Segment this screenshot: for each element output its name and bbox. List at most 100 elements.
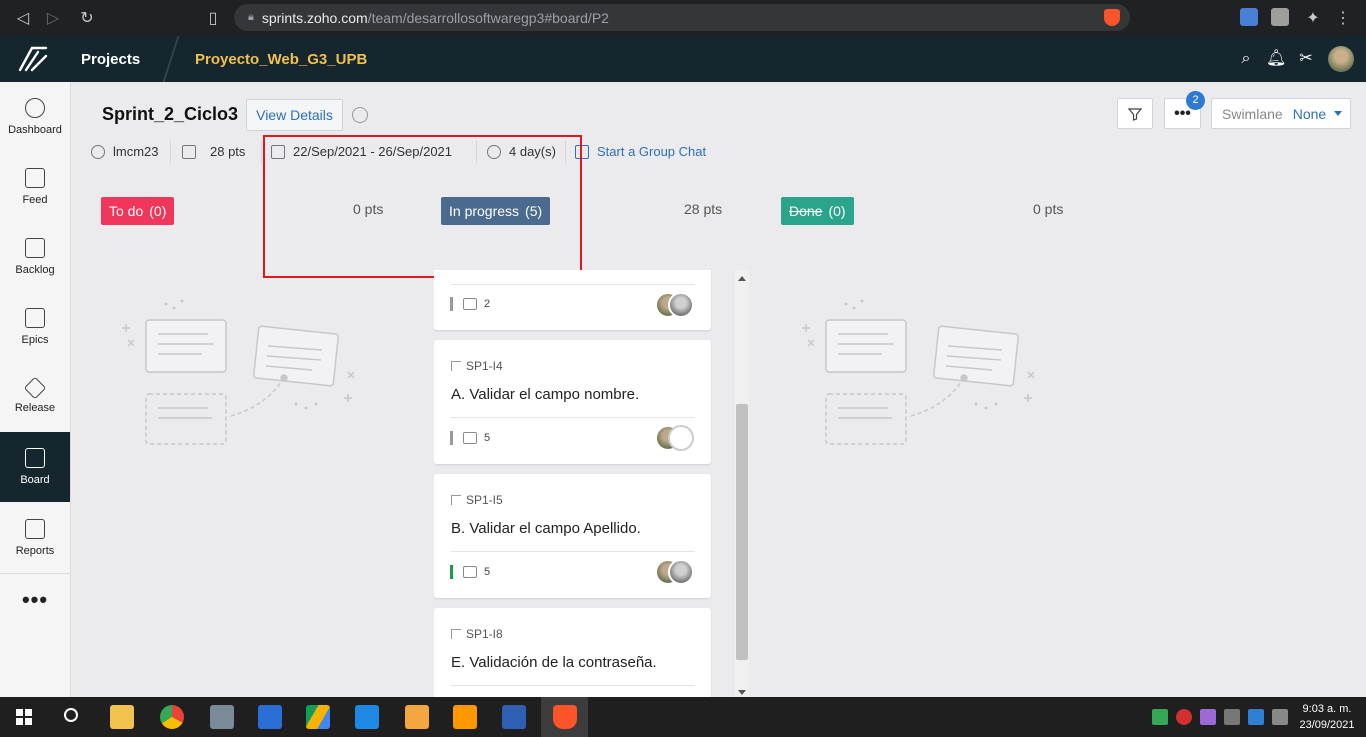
sidebar-item-reports[interactable]: Reports	[0, 503, 70, 573]
card-id[interactable]: SP1-I5	[451, 493, 503, 507]
chrome-icon[interactable]	[160, 705, 184, 729]
card-title[interactable]: B. Validar el campo Apellido.	[451, 520, 641, 537]
card-id[interactable]: SP1-I4	[451, 359, 503, 373]
app-header: Projects Proyecto_Web_G3_UPB ⌕ 🔔︎ ✂	[0, 36, 1366, 82]
card-assignees[interactable]	[655, 292, 695, 318]
paper-plane-icon	[23, 376, 47, 400]
meta-divider	[170, 141, 171, 163]
group-chat-link[interactable]: Start a Group Chat	[575, 144, 706, 159]
project-name[interactable]: Proyecto_Web_G3_UPB	[195, 51, 367, 68]
scroll-up-icon[interactable]	[738, 276, 746, 281]
tools-icon[interactable]: ✂	[1296, 49, 1316, 69]
filter-button[interactable]	[1117, 98, 1153, 129]
sprint-owner-name: lmcm23	[113, 144, 159, 159]
battery-icon[interactable]	[1272, 709, 1288, 725]
work-item-card[interactable]: 2	[434, 270, 711, 330]
url-path: /team/desarrollosoftwaregp3#board/P2	[367, 9, 609, 26]
card-title[interactable]: A. Validar el campo nombre.	[451, 386, 639, 403]
card-divider	[451, 417, 695, 418]
sidebar-item-label: Epics	[21, 334, 49, 346]
tray-app-icon[interactable]	[1200, 709, 1216, 725]
column-count: (0)	[149, 203, 167, 219]
app-icon[interactable]	[258, 705, 282, 729]
group-chat-label[interactable]: Start a Group Chat	[597, 144, 706, 159]
work-item-card[interactable]: SP1-I8 E. Validación de la contraseña.	[434, 608, 711, 697]
column-done-points: 0 pts	[1033, 201, 1064, 217]
app-icon[interactable]	[405, 705, 429, 729]
user-avatar[interactable]	[1328, 46, 1354, 72]
points-icon	[463, 432, 477, 444]
sprint-points: 28 pts	[182, 144, 245, 159]
sidebar-item-label: Reports	[15, 545, 55, 557]
bluetooth-icon[interactable]	[1248, 709, 1264, 725]
bell-icon[interactable]: 🔔︎	[1266, 49, 1286, 69]
work-item-card[interactable]: SP1-I4 A. Validar el campo nombre. 5	[434, 340, 711, 464]
tray-app-icon[interactable]	[1176, 709, 1192, 725]
card-divider	[451, 284, 695, 285]
column-scrollbar[interactable]	[735, 270, 749, 697]
meta-divider	[261, 141, 262, 163]
sidebar-item-feed[interactable]: Feed	[0, 152, 70, 222]
search-icon[interactable]: ⌕	[1236, 49, 1256, 69]
chevron-down-icon	[1334, 111, 1343, 116]
header-divider	[162, 36, 180, 82]
sublime-text-icon[interactable]	[453, 705, 477, 729]
wifi-icon[interactable]	[1224, 709, 1240, 725]
sidebar-item-epics[interactable]: Epics	[0, 292, 70, 362]
swimlane-select[interactable]: Swimlane None	[1211, 98, 1351, 129]
projects-link[interactable]: Projects	[81, 51, 140, 68]
clock[interactable]: 9:03 a. m. 23/09/2021	[1296, 701, 1358, 733]
scroll-thumb[interactable]	[736, 404, 748, 660]
column-count: (0)	[828, 203, 846, 219]
vscode-icon[interactable]	[355, 705, 379, 729]
address-bar[interactable]: 🔒︎ sprints.zoho.com/team/desarrollosoftw…	[234, 4, 1130, 31]
sidebar-item-label: Feed	[22, 194, 48, 206]
calculator-icon[interactable]	[210, 705, 234, 729]
notification-badge: 2	[1186, 91, 1205, 110]
card-title[interactable]: E. Validación de la contraseña.	[451, 654, 657, 671]
file-explorer-icon[interactable]	[110, 705, 134, 729]
puzzle-icon[interactable]: ✦	[1300, 5, 1326, 31]
column-name: To do	[109, 203, 144, 219]
back-icon[interactable]: ◁	[10, 5, 36, 31]
search-icon[interactable]	[352, 107, 368, 123]
extension-icon[interactable]	[1271, 8, 1289, 26]
points-icon	[463, 566, 477, 578]
sidebar-more-button[interactable]: •••	[0, 587, 70, 613]
google-drive-icon[interactable]	[306, 705, 330, 729]
bookmark-icon[interactable]: ▯	[200, 5, 226, 31]
inprogress-card-list: 2 SP1-I4 A. Validar el campo nombre. 5 S…	[434, 270, 712, 697]
search-icon[interactable]	[64, 708, 78, 722]
sidebar-item-release[interactable]: Release	[0, 362, 70, 432]
menu-icon[interactable]: ⋮	[1330, 5, 1356, 31]
scroll-down-icon[interactable]	[738, 690, 746, 695]
sprint-points-value: 28 pts	[210, 144, 246, 159]
brave-icon[interactable]	[553, 705, 577, 729]
powershell-icon[interactable]	[502, 705, 526, 729]
epics-icon	[25, 308, 45, 328]
card-divider	[451, 551, 695, 552]
card-id-text: SP1-I5	[466, 493, 503, 507]
windows-start-icon[interactable]	[16, 709, 32, 725]
feed-icon	[25, 168, 45, 188]
card-footer: 5	[450, 565, 490, 579]
view-details-button[interactable]: View Details	[246, 99, 343, 131]
work-item-card[interactable]: SP1-I5 B. Validar el campo Apellido. 5	[434, 474, 711, 598]
sidebar-item-dashboard[interactable]: Dashboard	[0, 82, 70, 152]
card-assignees[interactable]	[655, 425, 695, 451]
brave-shield-icon[interactable]	[1104, 9, 1120, 26]
card-id-text: SP1-I8	[466, 627, 503, 641]
sidebar-item-label: Board	[20, 474, 50, 486]
clock-date: 23/09/2021	[1299, 719, 1355, 731]
sidebar-item-board[interactable]: Board	[0, 432, 70, 502]
reload-icon[interactable]: ↻	[74, 5, 100, 31]
sidebar-item-backlog[interactable]: Backlog	[0, 222, 70, 292]
drive-tray-icon[interactable]	[1152, 709, 1168, 725]
forward-icon[interactable]: ▷	[40, 5, 66, 31]
card-assignees[interactable]	[655, 559, 695, 585]
translate-extension-icon[interactable]	[1240, 8, 1258, 26]
zoho-sprints-logo[interactable]	[16, 44, 50, 74]
card-id[interactable]: SP1-I8	[451, 627, 503, 641]
clock-time: 9:03 a. m.	[1302, 703, 1352, 715]
column-name: Done	[789, 203, 823, 219]
